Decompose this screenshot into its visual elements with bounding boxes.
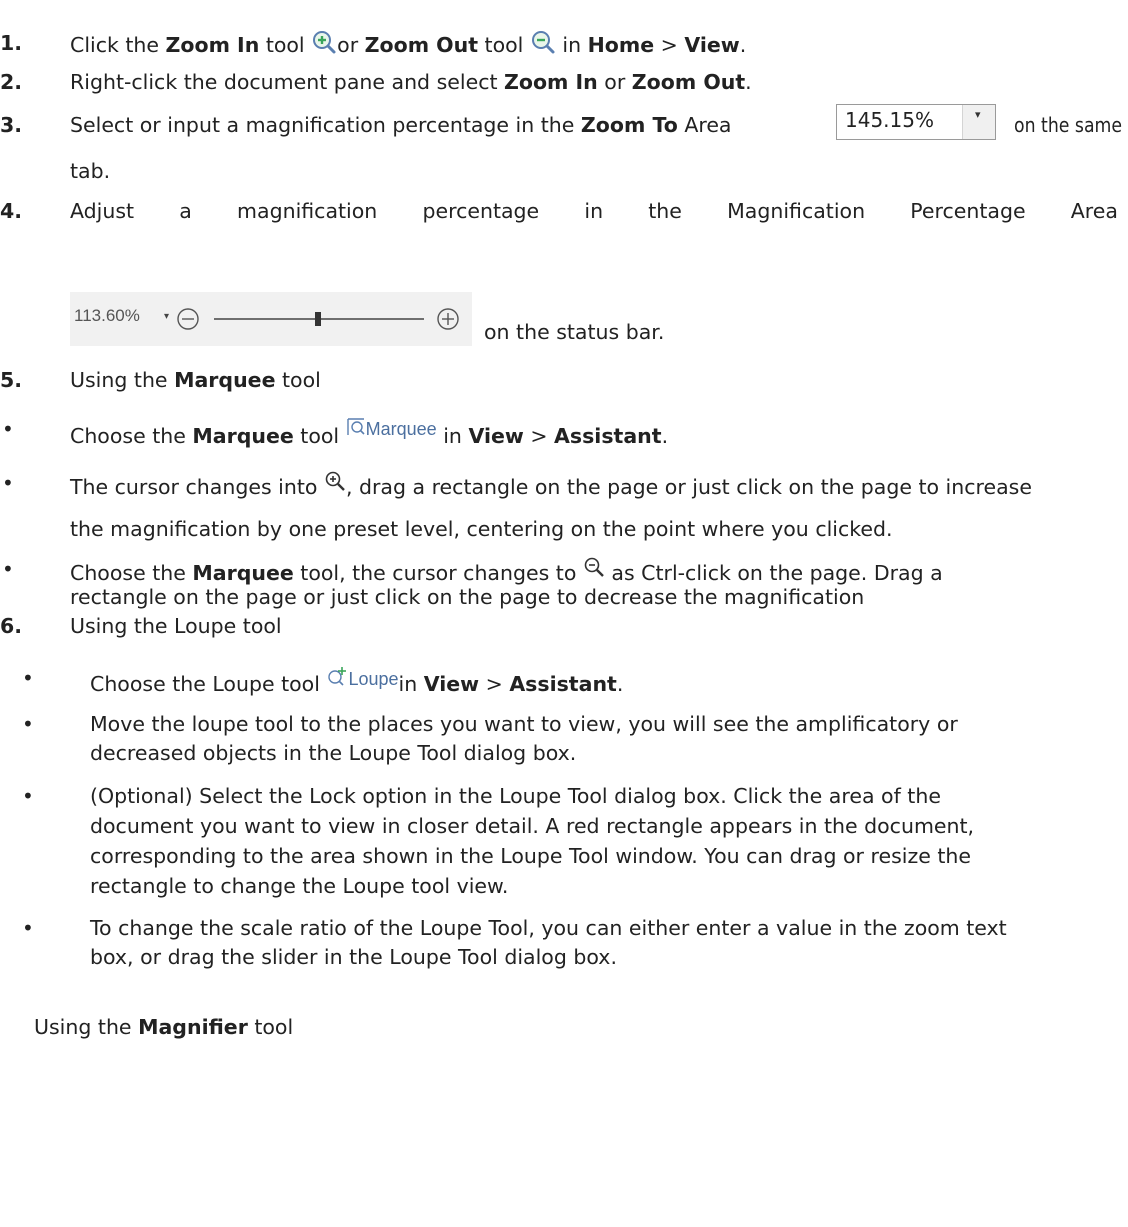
bullet: • bbox=[22, 916, 34, 940]
magnifier-heading: Using the Magnifier tool bbox=[34, 1015, 294, 1039]
zoom-slider[interactable] bbox=[174, 304, 474, 334]
bullet: • bbox=[22, 712, 34, 736]
bullet: • bbox=[2, 417, 14, 441]
plus-circle-icon bbox=[437, 308, 459, 330]
zoom-in-icon bbox=[311, 30, 337, 62]
step-number: 5. bbox=[0, 368, 23, 392]
step-5-text: Using the Marquee tool bbox=[70, 368, 321, 392]
step-4-text: Adjust a magnification percentage in the Magni… bbox=[70, 199, 1118, 223]
bullet: • bbox=[22, 784, 34, 808]
bullet-6c-line-4: rectangle to change the Loupe tool view. bbox=[90, 874, 509, 898]
loupe-label: Loupe bbox=[348, 669, 399, 689]
step-number: 6. bbox=[0, 614, 23, 638]
step-4-tail: on the status bar. bbox=[484, 320, 665, 344]
bullet-5c-text: Choose the Marquee tool, the cursor chan… bbox=[70, 556, 943, 586]
status-bar-magnification: 113.60% ▾ bbox=[70, 292, 472, 346]
minus-circle-icon bbox=[177, 308, 199, 330]
zoom-out-cursor-icon bbox=[583, 556, 605, 584]
bullet-6b-line-2: decreased objects in the Loupe Tool dial… bbox=[90, 741, 577, 765]
bullet-6d-line-1: To change the scale ratio of the Loupe T… bbox=[90, 916, 1007, 940]
bullet-6d-line-2: box, or drag the slider in the Loupe Too… bbox=[90, 945, 617, 969]
step-3-continuation: tab. bbox=[70, 159, 111, 183]
bullet: • bbox=[2, 557, 14, 581]
step-number: 4. bbox=[0, 199, 23, 223]
marquee-label: Marquee bbox=[365, 419, 437, 439]
slider-thumb bbox=[315, 312, 321, 326]
step-3-text: Select or input a magnification percenta… bbox=[70, 113, 732, 137]
zoom-in-cursor-icon bbox=[324, 470, 346, 498]
loupe-icon bbox=[326, 665, 348, 693]
step-3-tail: on the same bbox=[1014, 113, 1123, 137]
bullet-5b-text: The cursor changes into , drag a rectang… bbox=[70, 470, 1032, 500]
zoom-to-dropdown-button[interactable]: ▾ bbox=[962, 105, 995, 139]
marquee-icon bbox=[346, 417, 366, 443]
step-number: 3. bbox=[0, 113, 23, 137]
bullet-6c-line-1: (Optional) Select the Lock option in the… bbox=[90, 784, 941, 808]
bullet-6c-line-2: document you want to view in closer deta… bbox=[90, 814, 975, 838]
bullet: • bbox=[22, 666, 34, 690]
chevron-down-icon: ▾ bbox=[975, 108, 981, 121]
step-2-text: Right-click the document pane and select… bbox=[70, 70, 752, 94]
zoom-to-combobox[interactable]: 145.15% ▾ bbox=[836, 104, 996, 140]
bullet-6c-line-3: corresponding to the area shown in the L… bbox=[90, 844, 971, 868]
bullet: • bbox=[2, 471, 14, 495]
step-6-text: Using the Loupe tool bbox=[70, 614, 282, 638]
magnification-value[interactable]: 113.60% bbox=[74, 306, 140, 326]
bullet-6a-text: Choose the Loupe tool Loupein View > Ass… bbox=[90, 665, 623, 697]
bullet-5c-continuation: rectangle on the page or just click on t… bbox=[70, 585, 865, 609]
bullet-5a-text: Choose the Marquee tool Marquee in View … bbox=[70, 417, 669, 448]
step-number: 2. bbox=[0, 70, 23, 94]
bullet-5b-continuation: the magnification by one preset level, c… bbox=[70, 517, 893, 541]
chevron-down-icon[interactable]: ▾ bbox=[164, 311, 169, 322]
zoom-to-value[interactable]: 145.15% bbox=[845, 108, 934, 132]
bullet-6b-line-1: Move the loupe tool to the places you wa… bbox=[90, 712, 958, 736]
step-number: 1. bbox=[0, 31, 23, 55]
step-1-text: Click the Zoom In tool or Zoom Out tool … bbox=[70, 30, 746, 62]
zoom-out-icon bbox=[530, 30, 556, 62]
